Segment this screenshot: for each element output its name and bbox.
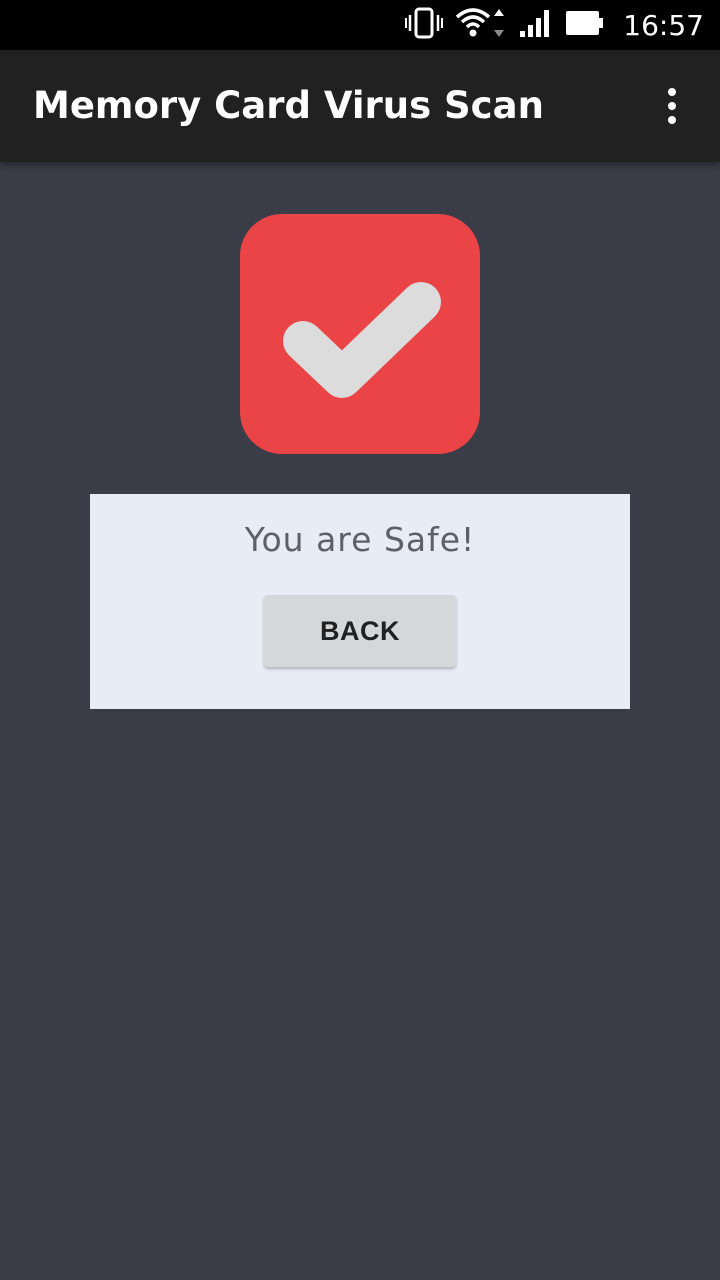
status-icons: 16:57 [405,0,704,50]
signal-icon [519,7,553,44]
result-message: You are Safe! [244,520,476,559]
overflow-menu-icon[interactable] [652,86,692,126]
app-title: Memory Card Virus Scan [33,84,544,127]
safe-status-tile [240,214,480,454]
status-bar: 16:57 [0,0,720,50]
status-time: 16:57 [623,8,704,42]
checkmark-icon [283,282,441,398]
vibrate-icon [405,7,444,44]
battery-icon [565,7,605,44]
back-button[interactable]: BACK [264,595,456,667]
app-bar: Memory Card Virus Scan [0,50,720,162]
wifi-icon [455,7,507,44]
